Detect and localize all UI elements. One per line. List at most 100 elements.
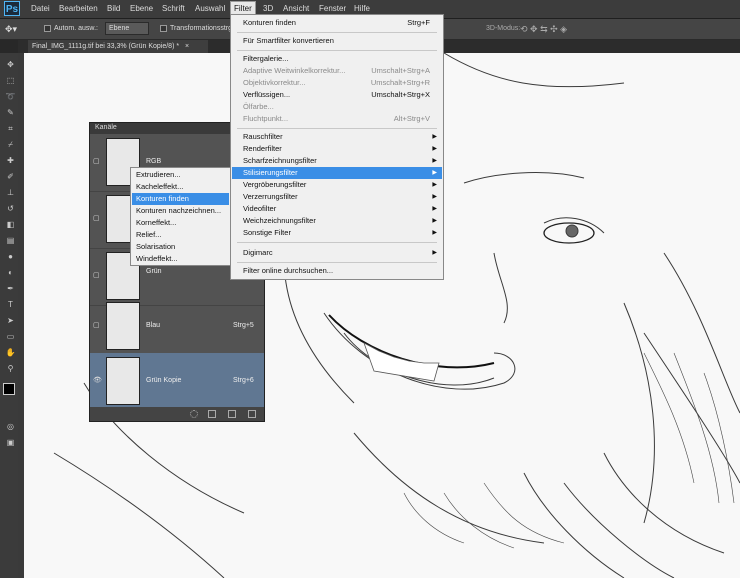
submenu-item-trace-contour[interactable]: Konturen nachzeichnen... <box>132 205 229 217</box>
quick-mask-icon[interactable]: ◎ <box>4 421 17 432</box>
hand-icon[interactable]: ✋ <box>4 347 17 358</box>
submenu-arrow-icon: ▶ <box>432 158 437 164</box>
menu-bearbeiten[interactable]: Bearbeiten <box>56 2 101 16</box>
submenu-item-extrude[interactable]: Extrudieren... <box>132 169 229 181</box>
visibility-eye-icon[interactable]: 👁 <box>93 377 102 385</box>
zoom-icon[interactable]: ⚲ <box>4 363 17 374</box>
move-tool-icon[interactable]: ✥▾ <box>5 23 17 35</box>
submenu-item-solarize[interactable]: Solarisation <box>132 241 229 253</box>
menu-ebene[interactable]: Ebene <box>127 2 156 16</box>
quick-select-icon[interactable]: ✎ <box>4 107 17 118</box>
menu-item-label: Objektivkorrektur... <box>243 78 306 87</box>
menu-item-label: Filter online durchsuchen... <box>243 266 334 275</box>
menu-item-label: Adaptive Weitwinkelkorrektur... <box>243 66 346 75</box>
menu-item-label: Verzerrungsfilter <box>243 192 298 201</box>
menu-separator <box>237 262 437 263</box>
move-icon[interactable]: ✥ <box>4 59 17 70</box>
menu-item-label: Fluchtpunkt... <box>243 114 289 123</box>
transform-controls-label: Transformationsstrg. <box>170 25 234 32</box>
type-icon[interactable]: T <box>4 299 17 310</box>
stamp-icon[interactable]: ⊥ <box>4 187 17 198</box>
menu-auswahl[interactable]: Auswahl <box>192 2 228 16</box>
filter-menu-other[interactable]: Sonstige Filter ▶ <box>232 227 442 239</box>
visibility-toggle[interactable]: ▢ <box>93 322 101 330</box>
transform-controls-checkbox[interactable] <box>160 25 167 32</box>
filter-menu-render[interactable]: Renderfilter ▶ <box>232 143 442 155</box>
blur-icon[interactable]: ● <box>4 251 17 262</box>
channel-name: Blau <box>146 322 161 329</box>
history-brush-icon[interactable]: ↺ <box>4 203 17 214</box>
filter-menu-last-filter[interactable]: Konturen finden Strg+F <box>232 17 442 29</box>
healing-icon[interactable]: ✚ <box>4 155 17 166</box>
menu-item-label: Ölfarbe... <box>243 102 274 111</box>
menu-item-shortcut: Alt+Strg+V <box>393 114 430 123</box>
filter-menu-stylize[interactable]: Stilisierungsfilter ▶ <box>232 167 442 179</box>
save-selection-icon[interactable] <box>208 410 216 418</box>
submenu-item-tiles[interactable]: Kacheleffekt... <box>132 181 229 193</box>
filter-menu-video[interactable]: Videofilter ▶ <box>232 203 442 215</box>
channels-panel-title[interactable]: Kanäle <box>95 124 117 131</box>
visibility-toggle[interactable]: ▢ <box>93 158 101 166</box>
screen-mode-icon[interactable]: ▣ <box>4 437 17 448</box>
filter-menu-blur[interactable]: Weichzeichnungsfilter ▶ <box>232 215 442 227</box>
auto-select-checkbox[interactable] <box>44 25 51 32</box>
document-tab-title: Final_IMG_1111g.tif bei 33,3% (Grün Kopi… <box>32 43 180 50</box>
filter-menu-distort[interactable]: Verzerrungsfilter ▶ <box>232 191 442 203</box>
visibility-toggle[interactable]: ▢ <box>93 215 101 223</box>
menu-item-label: Filtergalerie... <box>243 54 289 63</box>
menu-bild[interactable]: Bild <box>104 2 123 16</box>
marquee-icon[interactable]: ⬚ <box>4 75 17 86</box>
submenu-arrow-icon: ▶ <box>432 146 437 152</box>
brush-icon[interactable]: ✐ <box>4 171 17 182</box>
filter-menu-smart-filter[interactable]: Für Smartfilter konvertieren <box>232 35 442 47</box>
layer-select-dropdown[interactable]: Ebene <box>105 22 149 35</box>
filter-menu-browse-online[interactable]: Filter online durchsuchen... <box>232 265 442 277</box>
submenu-item-wind[interactable]: Windeffekt... <box>132 253 229 265</box>
menu-item-label: Sonstige Filter <box>243 228 291 237</box>
eraser-icon[interactable]: ◧ <box>4 219 17 230</box>
filter-menu-vanishing-point[interactable]: Fluchtpunkt... Alt+Strg+V <box>232 113 442 125</box>
document-tab[interactable]: Final_IMG_1111g.tif bei 33,3% (Grün Kopi… <box>28 40 208 53</box>
submenu-item-emboss[interactable]: Relief... <box>132 229 229 241</box>
submenu-arrow-icon: ▶ <box>432 194 437 200</box>
menu-item-label: Scharfzeichnungsfilter <box>243 156 317 165</box>
channel-row-blue[interactable]: ▢ Blau Strg+5 <box>90 298 264 356</box>
menu-separator <box>237 242 437 243</box>
filter-menu-sharpen[interactable]: Scharfzeichnungsfilter ▶ <box>232 155 442 167</box>
channel-row-green-copy[interactable]: 👁 Grün Kopie Strg+6 <box>90 353 264 408</box>
menu-datei[interactable]: Datei <box>28 2 53 16</box>
submenu-arrow-icon: ▶ <box>432 218 437 224</box>
eyedropper-icon[interactable]: ⌿ <box>4 139 17 150</box>
submenu-arrow-icon: ▶ <box>432 250 437 256</box>
foreground-color-swatch[interactable] <box>3 383 15 395</box>
menu-item-label: Weichzeichnungsfilter <box>243 216 316 225</box>
filter-menu-dropdown: Konturen finden Strg+F Für Smartfilter k… <box>230 14 444 280</box>
submenu-item-diffuse[interactable]: Korneffekt... <box>132 217 229 229</box>
dodge-icon[interactable]: ◐ <box>4 267 17 278</box>
gradient-icon[interactable]: ▤ <box>4 235 17 246</box>
pen-icon[interactable]: ✒ <box>4 283 17 294</box>
delete-channel-icon[interactable] <box>248 410 256 418</box>
path-select-icon[interactable]: ➤ <box>4 315 17 326</box>
load-selection-icon[interactable] <box>190 410 198 418</box>
visibility-toggle[interactable]: ▢ <box>93 272 101 280</box>
menu-item-label: Stilisierungsfilter <box>243 168 298 177</box>
filter-menu-adaptive-wide-angle[interactable]: Adaptive Weitwinkelkorrektur... Umschalt… <box>232 65 442 77</box>
3d-tools-icons[interactable]: ⟲ ✥ ⇆ ✣ ◈ <box>520 23 567 35</box>
close-tab-icon[interactable]: × <box>185 43 189 50</box>
filter-menu-liquify[interactable]: Verflüssigen... Umschalt+Strg+X <box>232 89 442 101</box>
crop-icon[interactable]: ⌗ <box>4 123 17 134</box>
filter-menu-lens-correction[interactable]: Objektivkorrektur... Umschalt+Strg+R <box>232 77 442 89</box>
lasso-icon[interactable]: ➰ <box>4 91 17 102</box>
filter-menu-gallery[interactable]: Filtergalerie... <box>232 53 442 65</box>
menu-schrift[interactable]: Schrift <box>159 2 188 16</box>
submenu-item-find-edges[interactable]: Konturen finden <box>132 193 229 205</box>
channels-panel-footer <box>90 407 264 421</box>
filter-menu-digimarc[interactable]: Digimarc ▶ <box>232 247 442 259</box>
new-channel-icon[interactable] <box>228 410 236 418</box>
filter-menu-oil-paint[interactable]: Ölfarbe... <box>232 101 442 113</box>
shape-icon[interactable]: ▭ <box>4 331 17 342</box>
menu-item-label: Rauschfilter <box>243 132 283 141</box>
filter-menu-pixelate[interactable]: Vergröberungsfilter ▶ <box>232 179 442 191</box>
filter-menu-noise[interactable]: Rauschfilter ▶ <box>232 131 442 143</box>
